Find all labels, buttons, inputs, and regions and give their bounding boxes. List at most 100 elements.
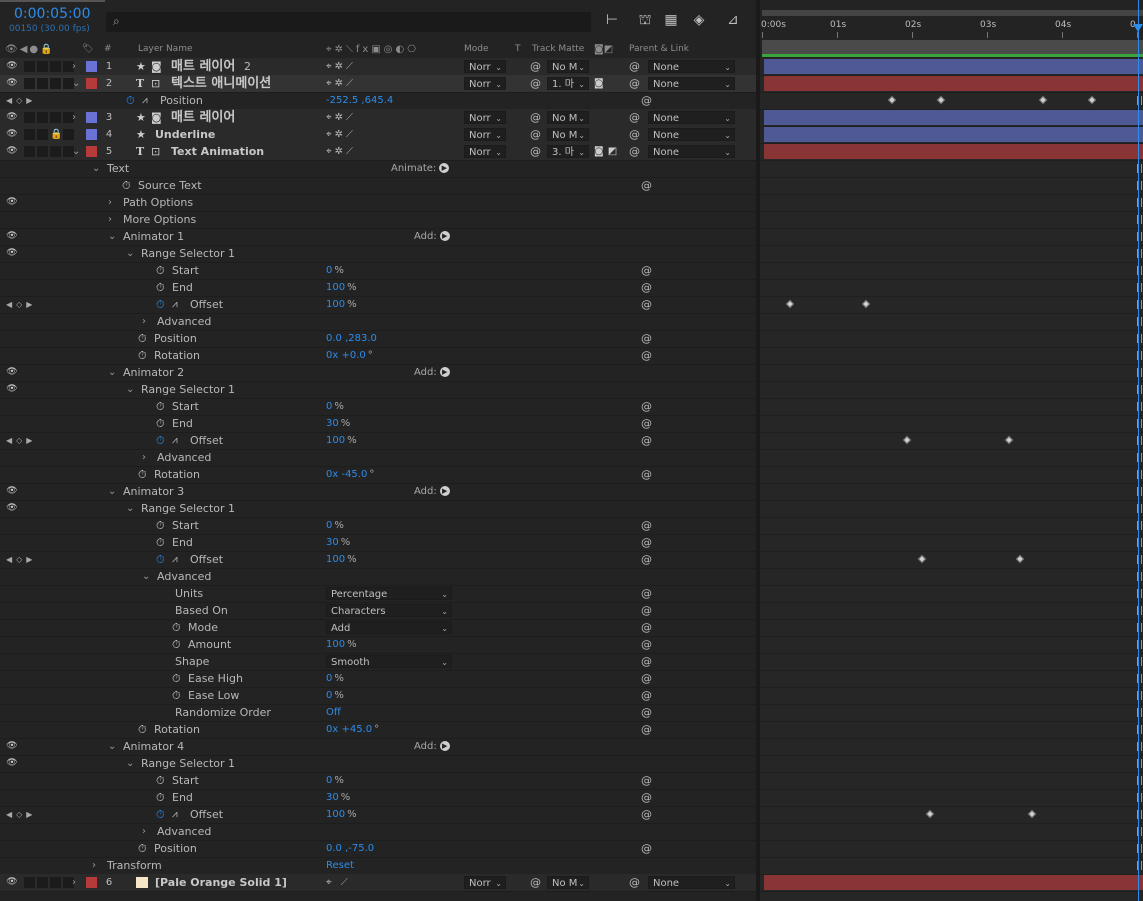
graph-toggle-icon[interactable]: ⩘ [172, 551, 178, 568]
keyframe-marker[interactable] [917, 554, 927, 564]
av-switch-box[interactable] [37, 129, 48, 140]
property-group-name[interactable]: Animator 3 [123, 483, 184, 500]
value-number[interactable]: 100 [326, 282, 345, 293]
animator-add-menu[interactable]: Animate: ▶ [391, 160, 450, 177]
matte-pickwhip-icon[interactable]: @ [530, 75, 541, 92]
stopwatch-icon[interactable]: ⏱ [156, 296, 165, 313]
property-value[interactable]: 0% [326, 687, 344, 704]
property-group-name[interactable]: Range Selector 1 [141, 381, 235, 398]
property-row[interactable]: ⏱ Start 0% @ [0, 517, 758, 535]
property-value-dropdown[interactable]: Add ⌄ [326, 621, 452, 634]
value-number[interactable]: 0.0 ,-75.0 [326, 843, 374, 854]
property-group-name[interactable]: More Options [123, 211, 196, 228]
stopwatch-icon[interactable]: ⏱ [172, 619, 181, 636]
property-group-row[interactable]: › More Options [0, 211, 758, 229]
play-arrow-icon[interactable]: ▶ [439, 367, 450, 377]
layer-name-header[interactable]: Layer Name [138, 44, 193, 54]
parent-pickwhip-icon[interactable]: @ [629, 58, 640, 75]
stopwatch-icon[interactable]: ⏱ [156, 415, 165, 432]
matte-pickwhip-icon[interactable]: @ [530, 109, 541, 126]
property-value[interactable]: 0x +0.0 ° [326, 347, 373, 364]
av-switch-box[interactable] [24, 78, 35, 89]
property-value-dropdown[interactable]: Percentage ⌄ [326, 587, 452, 600]
property-row[interactable]: ⏱ End 30% @ [0, 534, 758, 552]
visibility-eye-icon[interactable]: 👁 [5, 364, 19, 381]
expression-pickwhip-icon[interactable]: @ [641, 330, 652, 347]
lock-icon[interactable]: 🔒 [50, 126, 62, 143]
property-group-row[interactable]: 👁 › Path Options [0, 194, 758, 212]
layer-search-input[interactable]: ⌕ [106, 12, 591, 32]
blending-mode-dropdown[interactable]: Norr ⌄ [464, 77, 506, 90]
twirl-arrow-icon[interactable]: ⌄ [126, 755, 134, 772]
value-number[interactable]: 0x +45.0 [326, 724, 372, 735]
parent-pickwhip-icon[interactable]: @ [629, 75, 640, 92]
parent-dropdown[interactable]: None ⌄ [648, 128, 735, 141]
value-number[interactable]: 0 [326, 690, 332, 701]
label-color-swatch[interactable] [86, 129, 97, 140]
parent-pickwhip-icon[interactable]: @ [629, 874, 640, 891]
property-group-row[interactable]: ⌄ Advanced [0, 568, 758, 586]
property-row[interactable]: ⏱ Amount 100% @ [0, 636, 758, 654]
parent-pickwhip-icon[interactable]: @ [629, 143, 640, 160]
layer-name[interactable]: Text Animation [171, 143, 264, 160]
layer-duration-bar[interactable] [764, 110, 1143, 125]
av-switch-box[interactable] [24, 877, 35, 888]
layer-switches[interactable]: ⌖✲⟋ [326, 75, 356, 92]
lock-switch-box[interactable] [50, 146, 61, 157]
stopwatch-icon[interactable]: ⏱ [156, 279, 165, 296]
stopwatch-icon[interactable]: ⏱ [138, 721, 147, 738]
twirl-arrow-icon[interactable]: ⌄ [108, 228, 116, 245]
property-group-name[interactable]: Path Options [123, 194, 193, 211]
expression-pickwhip-icon[interactable]: @ [641, 602, 652, 619]
property-row[interactable]: ⏱ End 100% @ [0, 279, 758, 297]
visibility-eye-icon[interactable]: 👁 [5, 500, 19, 517]
keyframe-marker[interactable] [902, 435, 912, 445]
layer-name[interactable]: Underline [155, 126, 215, 143]
play-arrow-icon[interactable]: ▶ [439, 163, 450, 173]
blending-mode-dropdown[interactable]: Norr ⌄ [464, 60, 506, 73]
value-number[interactable]: 100 [326, 809, 345, 820]
property-row[interactable]: Based On Characters ⌄ @ [0, 602, 758, 620]
stopwatch-icon[interactable]: ⏱ [138, 840, 147, 857]
twirl-arrow-icon[interactable]: ⌄ [108, 483, 116, 500]
label-color-swatch[interactable] [86, 112, 97, 123]
stopwatch-icon[interactable]: ⏱ [172, 687, 181, 704]
property-value[interactable]: 0% [326, 670, 344, 687]
value-number[interactable]: -252.5 ,645.4 [326, 95, 393, 106]
value-number[interactable]: Off [326, 707, 341, 718]
expression-pickwhip-icon[interactable]: @ [641, 704, 652, 721]
expression-pickwhip-icon[interactable]: @ [641, 721, 652, 738]
property-group-name[interactable]: Range Selector 1 [141, 245, 235, 262]
graph-toggle-icon[interactable]: ⩘ [142, 92, 148, 109]
matte-pickwhip-icon[interactable]: @ [530, 143, 541, 160]
layer-row[interactable]: 👁 › 1 ★ ◙ 매트 레이어 2 ⌖✲⟋ Norr ⌄ @ No M ⌄ @ None ⌄ [0, 58, 758, 76]
stopwatch-icon[interactable]: ⏱ [138, 347, 147, 364]
av-switch-box[interactable] [37, 146, 48, 157]
property-group-name[interactable]: Advanced [157, 823, 211, 840]
property-group-row[interactable]: 👁 ⌄ Range Selector 1 [0, 500, 758, 518]
visibility-eye-icon[interactable]: 👁 [5, 755, 19, 772]
graph-toggle-icon[interactable]: ⩘ [172, 806, 178, 823]
parent-pickwhip-icon[interactable]: @ [629, 126, 640, 143]
visibility-eye-icon[interactable]: 👁 [5, 245, 19, 262]
play-arrow-icon[interactable]: ▶ [439, 741, 450, 751]
twirl-arrow-icon[interactable]: › [142, 449, 146, 466]
visibility-eye-icon[interactable]: 👁 [5, 58, 19, 75]
property-value[interactable]: 0.0 ,283.0 [326, 330, 377, 347]
twirl-arrow-icon[interactable]: › [108, 194, 112, 211]
expression-pickwhip-icon[interactable]: @ [641, 619, 652, 636]
property-row[interactable]: ◀◇▶ ⏱ ⩘ Position -252.5 ,645.4 @ [0, 92, 758, 110]
value-number[interactable]: 0 [326, 673, 332, 684]
reset-link[interactable]: Reset [326, 857, 354, 874]
keyframe-marker[interactable] [1038, 95, 1048, 105]
matte-switch-icons[interactable]: ◙◩ [594, 143, 621, 160]
property-value[interactable]: 0% [326, 517, 344, 534]
matte-switch-icons[interactable]: ◙ [594, 75, 608, 92]
av-switch-box[interactable] [24, 112, 35, 123]
property-row[interactable]: ⏱ Rotation 0x +0.0 ° @ [0, 347, 758, 365]
layer-row[interactable]: 👁 › 6 [Pale Orange Solid 1] ⌖ ⟋ Norr ⌄ @ No M ⌄ @ N… [0, 874, 758, 892]
track-matte-dropdown[interactable]: 3. 마 ⌄ [547, 145, 589, 158]
property-value[interactable]: 0x -45.0 ° [326, 466, 374, 483]
stopwatch-icon[interactable]: ⏱ [156, 806, 165, 823]
expression-pickwhip-icon[interactable]: @ [641, 840, 652, 857]
